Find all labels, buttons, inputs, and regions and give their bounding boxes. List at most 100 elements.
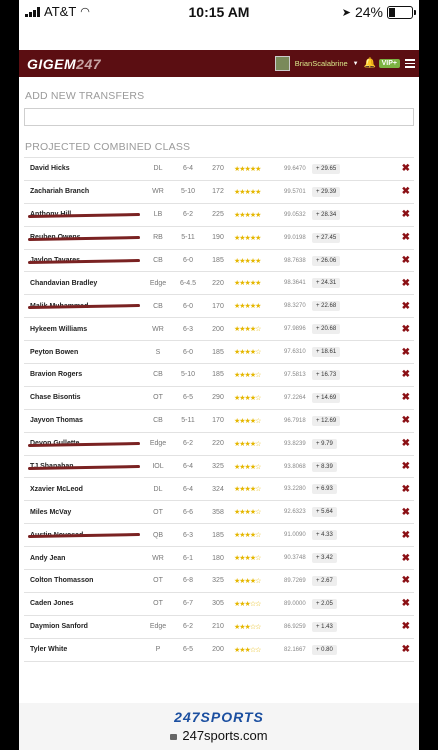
player-name[interactable]: Daymion Sanford [24, 615, 142, 638]
remove-player-icon[interactable]: ✖ [390, 295, 414, 318]
remove-player-icon[interactable]: ✖ [390, 386, 414, 409]
remove-player-icon[interactable]: ✖ [390, 455, 414, 478]
site-logo[interactable]: GIGEM247 [27, 56, 101, 72]
player-weight: 325 [202, 455, 234, 478]
player-height-text: 6-0 [182, 257, 194, 264]
player-name[interactable]: Jayvon Thomas [24, 409, 142, 432]
player-stars-text: ★★★☆☆ [234, 646, 261, 654]
player-stars: ★★★☆☆ [234, 638, 284, 661]
player-name[interactable]: Tyler White [24, 638, 142, 661]
remove-player-icon[interactable]: ✖ [390, 478, 414, 501]
remove-player-icon[interactable]: ✖ [390, 547, 414, 570]
player-name[interactable]: Xzavier McLeod [24, 478, 142, 501]
player-name[interactable]: Jaylon Tavares [24, 249, 142, 272]
player-height: 6-2 [174, 203, 202, 226]
player-height-text: 6-4.5 [180, 279, 196, 287]
player-position-text: RB [153, 234, 163, 242]
player-stars: ★★★★☆ [234, 386, 284, 409]
player-points-cell: + 16.73 [312, 364, 390, 387]
player-points: + 29.39 [312, 186, 341, 197]
player-height: 6-7 [174, 592, 202, 615]
remove-player-icon[interactable]: ✖ [390, 570, 414, 593]
player-position: OT [142, 386, 174, 409]
player-weight: 170 [202, 295, 234, 318]
player-name-text: Zachariah Branch [30, 188, 90, 196]
add-transfer-input[interactable] [24, 108, 414, 126]
player-name[interactable]: Chandavian Bradley [24, 272, 142, 295]
player-rating-text: 97.5813 [284, 371, 306, 378]
avatar[interactable] [274, 56, 290, 71]
player-stars: ★★★★☆ [234, 524, 284, 547]
player-name[interactable]: Miles McVay [24, 501, 142, 524]
player-points-cell: + 3.42 [312, 547, 390, 570]
player-height-text: 6-2 [182, 440, 194, 448]
player-row: Caden Jones OT 6-7 305 ★★★☆☆ 89.0000 + 2.05 ✖ [24, 592, 414, 616]
player-weight: 290 [202, 386, 234, 409]
player-name[interactable]: Caden Jones [24, 592, 142, 615]
player-weight-text: 185 [212, 531, 224, 539]
url-bar[interactable]: 247sports.com [19, 728, 419, 743]
player-name[interactable]: Anthony Hill [24, 203, 142, 226]
player-name[interactable]: TJ Shanahan [24, 455, 142, 478]
remove-player-icon[interactable]: ✖ [390, 272, 414, 295]
player-weight-text: 185 [212, 371, 224, 379]
remove-player-icon[interactable]: ✖ [390, 226, 414, 249]
battery-percent: 24% [354, 4, 383, 20]
remove-player-icon[interactable]: ✖ [390, 638, 414, 661]
remove-player-icon[interactable]: ✖ [390, 180, 414, 203]
remove-player-icon[interactable]: ✖ [390, 158, 414, 181]
player-weight: 220 [202, 432, 234, 455]
player-name[interactable]: Malik Muhammad [24, 295, 142, 318]
remove-player-icon[interactable]: ✖ [390, 203, 414, 226]
player-weight-text: 185 [212, 348, 224, 356]
player-name[interactable]: Chase Bisontis [24, 386, 142, 409]
player-points: + 16.73 [312, 369, 341, 380]
player-name[interactable]: Austin Novosad [24, 524, 142, 547]
player-weight-text: 200 [212, 325, 224, 333]
player-row: Reuben Owens RB 5-11 190 ★★★★★ 99.0198 + 27.45… [24, 226, 414, 250]
player-name[interactable]: Peyton Bowen [24, 341, 142, 364]
player-weight-text: 220 [212, 440, 224, 448]
player-name[interactable]: Reuben Owens [24, 226, 142, 249]
remove-player-icon[interactable]: ✖ [390, 341, 414, 364]
status-right: ➤ 24% [342, 4, 416, 20]
player-name[interactable]: Andy Jean [24, 547, 142, 570]
player-name[interactable]: Devon Gullette [24, 432, 142, 455]
player-name[interactable]: David Hicks [24, 158, 142, 181]
player-points: + 2.67 [312, 575, 337, 586]
player-height: 5-11 [174, 409, 202, 432]
remove-player-icon[interactable]: ✖ [390, 364, 414, 387]
player-name[interactable]: Bravion Rogers [24, 364, 142, 387]
player-stars: ★★★★☆ [234, 547, 284, 570]
player-height: 5-11 [174, 226, 202, 249]
player-name[interactable]: Colton Thomasson [24, 570, 142, 593]
vip-badge[interactable]: VIP+ [378, 59, 400, 68]
remove-player-icon[interactable]: ✖ [390, 592, 414, 615]
player-weight-text: 170 [212, 417, 224, 425]
remove-player-icon[interactable]: ✖ [390, 249, 414, 272]
player-position: OT [142, 570, 174, 593]
player-points: + 14.69 [312, 392, 341, 403]
player-position: CB [142, 364, 174, 387]
chevron-down-icon[interactable]: ▼ [353, 61, 359, 67]
player-stars: ★★★★★ [234, 203, 284, 226]
player-points: + 2.05 [312, 598, 337, 609]
bell-icon[interactable]: 🔔 [364, 58, 376, 69]
player-rating-text: 98.3641 [284, 280, 306, 287]
remove-player-icon[interactable]: ✖ [390, 432, 414, 455]
player-row: Colton Thomasson OT 6-8 325 ★★★★☆ 89.7269 + 2.… [24, 570, 414, 593]
remove-player-icon[interactable]: ✖ [390, 615, 414, 638]
remove-player-icon[interactable]: ✖ [390, 318, 414, 341]
player-position: WR [142, 547, 174, 570]
player-points: + 4.33 [312, 530, 337, 541]
player-position-text: QB [152, 531, 164, 539]
remove-player-icon[interactable]: ✖ [390, 501, 414, 524]
player-rating-text: 99.0532 [284, 211, 306, 218]
player-rating-text: 89.7269 [284, 577, 306, 584]
player-name[interactable]: Zachariah Branch [24, 180, 142, 203]
remove-player-icon[interactable]: ✖ [390, 524, 414, 547]
remove-player-icon[interactable]: ✖ [390, 409, 414, 432]
player-name[interactable]: Hykeem Williams [24, 318, 142, 341]
hamburger-menu-icon[interactable] [405, 57, 415, 70]
username-link[interactable]: BrianScalabrine [295, 59, 348, 68]
